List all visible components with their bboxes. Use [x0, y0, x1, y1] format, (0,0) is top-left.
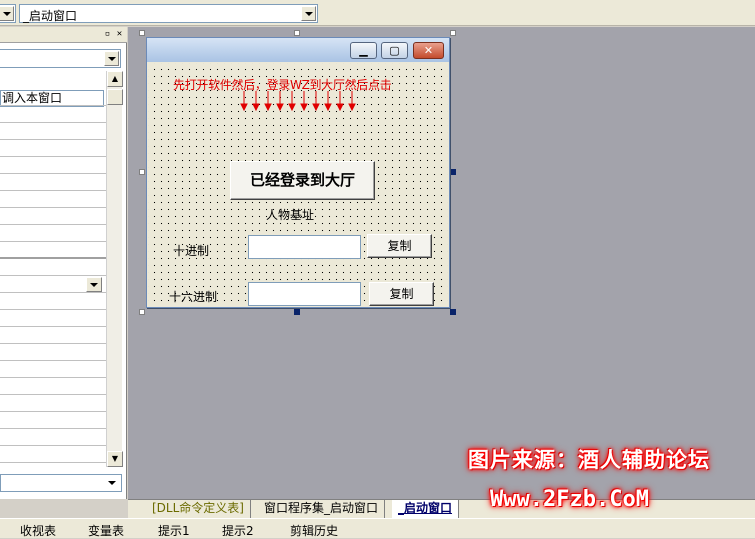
maximize-button[interactable]: ▢ — [381, 42, 408, 59]
tab-window-program-set[interactable]: 窗口程序集_启动窗口 — [258, 500, 386, 518]
maximize-icon: ▢ — [389, 44, 400, 57]
decimal-input[interactable] — [248, 235, 361, 259]
resize-handle[interactable] — [450, 309, 456, 315]
minimize-icon: ▁ — [359, 44, 368, 57]
property-row[interactable] — [0, 412, 106, 429]
pin-icon[interactable]: ▫ — [102, 29, 113, 40]
copy-hex-button[interactable]: 复制 — [369, 282, 434, 306]
tab-startup-window[interactable]: _启动窗口 — [392, 500, 460, 518]
chevron-down-icon[interactable] — [0, 6, 14, 21]
resize-handle[interactable] — [294, 309, 300, 315]
top-toolbar: _启动窗口 — [0, 0, 755, 26]
property-row[interactable] — [0, 327, 106, 344]
component-selector[interactable] — [0, 49, 121, 68]
resize-handle[interactable] — [294, 30, 300, 36]
property-grid — [0, 89, 106, 463]
property-row[interactable] — [0, 123, 106, 140]
object-combo[interactable] — [0, 4, 16, 23]
window-combo[interactable]: _启动窗口 — [19, 4, 318, 23]
property-row[interactable] — [0, 242, 106, 259]
property-row[interactable] — [0, 378, 106, 395]
properties-panel: ▫ ✕ 调入本窗口 ▲ ▼ — [0, 27, 127, 499]
property-row[interactable] — [0, 446, 106, 463]
property-row[interactable] — [0, 344, 106, 361]
resize-handle[interactable] — [139, 169, 145, 175]
bottom-panel-tabs: 收视表 变量表 提示1 提示2 剪辑历史 — [0, 518, 755, 538]
tab-dll-commands[interactable]: [DLL命令定义表] — [146, 500, 251, 518]
event-selector[interactable] — [0, 474, 122, 492]
property-row[interactable] — [0, 429, 106, 446]
property-row[interactable] — [0, 208, 106, 225]
scroll-down-icon[interactable]: ▼ — [107, 451, 123, 467]
panel-tab-hint2[interactable]: 提示2 — [222, 522, 254, 539]
editor-tab-bar: [DLL命令定义表] 窗口程序集_启动窗口 _启动窗口 — [128, 499, 755, 518]
panel-tab-clip-history[interactable]: 剪辑历史 — [290, 522, 338, 539]
logged-in-lobby-button[interactable]: 已经登录到大厅 — [230, 161, 375, 200]
resize-handle[interactable] — [450, 169, 456, 175]
designed-form-window[interactable]: ▁ ▢ ✕ 先打开软件然后，登录WZ到大厅然后点击 已经登录到大厅 人物基址 十… — [146, 37, 450, 308]
copy-decimal-button[interactable]: 复制 — [367, 234, 432, 258]
watermark-source: 图片来源：酒人辅助论坛 — [468, 448, 710, 472]
arrow-down-icon — [240, 91, 356, 111]
property-row[interactable] — [0, 106, 106, 123]
resize-handle[interactable] — [139, 309, 145, 315]
base-address-label: 人物基址 — [266, 208, 315, 222]
watermark-url: Www.2Fzb.CoM — [490, 487, 649, 512]
close-button[interactable]: ✕ — [413, 42, 444, 59]
property-row[interactable] — [0, 259, 106, 276]
property-row[interactable] — [0, 310, 106, 327]
panel-tab-variables[interactable]: 变量表 — [88, 522, 124, 539]
property-row[interactable] — [0, 293, 106, 310]
chevron-down-icon[interactable] — [301, 6, 316, 21]
scroll-thumb[interactable] — [107, 89, 123, 105]
resize-handle[interactable] — [450, 30, 456, 36]
property-row[interactable] — [0, 395, 106, 412]
chevron-down-icon[interactable] — [105, 476, 120, 491]
property-row[interactable] — [0, 225, 106, 242]
property-row[interactable] — [0, 191, 106, 208]
resize-handle[interactable] — [139, 30, 145, 36]
decimal-label: 十进制 — [173, 244, 210, 258]
chevron-down-icon[interactable] — [86, 277, 102, 292]
property-row[interactable] — [0, 157, 106, 174]
property-row[interactable] — [0, 140, 106, 157]
close-icon: ✕ — [423, 44, 434, 57]
property-row[interactable] — [0, 89, 106, 106]
form-title-bar[interactable]: ▁ ▢ ✕ — [147, 38, 449, 62]
properties-panel-header: ▫ ✕ — [0, 27, 127, 43]
properties-scrollbar[interactable]: ▲ ▼ — [106, 71, 123, 467]
form-client-area[interactable]: 先打开软件然后，登录WZ到大厅然后点击 已经登录到大厅 人物基址 十进制 复制 … — [148, 63, 448, 306]
property-row[interactable] — [0, 361, 106, 378]
window-combo-value: _启动窗口 — [23, 9, 78, 23]
close-icon[interactable]: ✕ — [114, 29, 125, 40]
chevron-down-icon[interactable] — [104, 51, 119, 66]
panel-tab-hint1[interactable]: 提示1 — [158, 522, 190, 539]
panel-tab-view[interactable]: 收视表 — [20, 522, 56, 539]
minimize-button[interactable]: ▁ — [350, 42, 377, 59]
property-row[interactable] — [0, 174, 106, 191]
hex-input[interactable] — [248, 282, 361, 306]
hex-label: 十六进制 — [169, 290, 218, 304]
scroll-up-icon[interactable]: ▲ — [107, 71, 123, 87]
